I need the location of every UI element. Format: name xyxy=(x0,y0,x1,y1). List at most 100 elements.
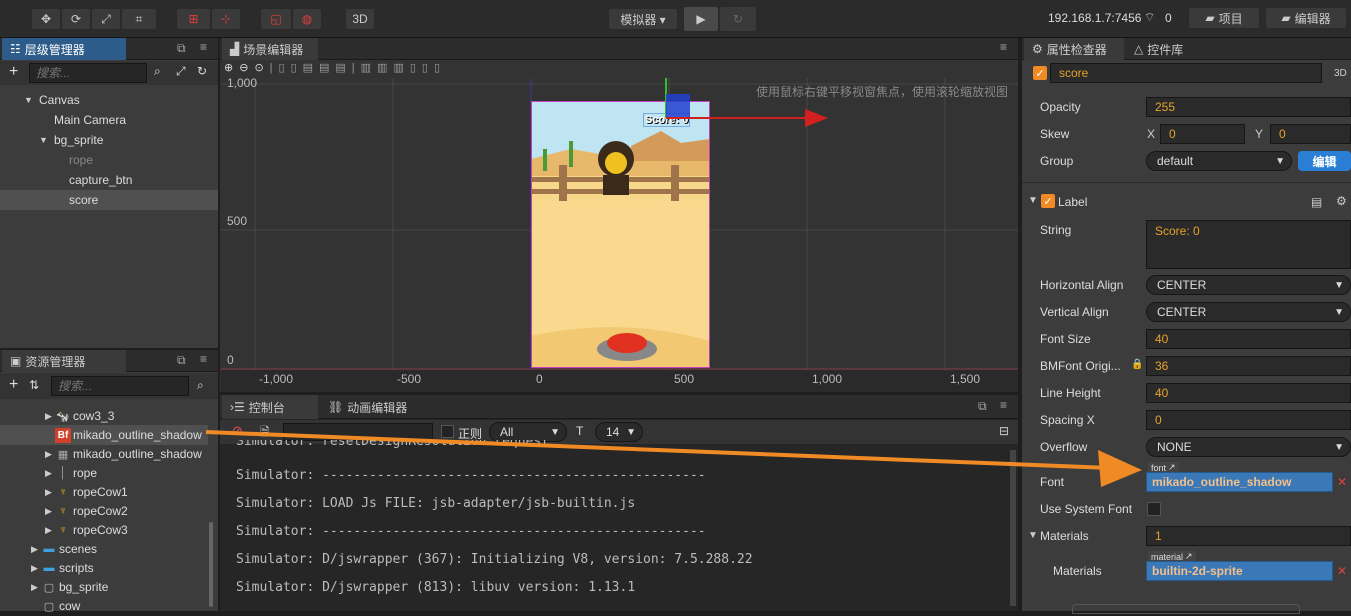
project-button[interactable]: ▰ 项目 xyxy=(1188,7,1260,29)
hierarchy-node[interactable]: Main Camera xyxy=(0,110,218,130)
add-node-icon[interactable]: + xyxy=(9,63,18,81)
hierarchy-node[interactable]: rope xyxy=(0,150,218,170)
search-icon[interactable]: ⌕ xyxy=(197,378,204,393)
simulator-select[interactable]: 模拟器 ▾ xyxy=(608,8,678,30)
badge-3d[interactable]: 3D xyxy=(1334,68,1347,79)
play-button[interactable]: ▶ xyxy=(683,6,719,32)
menu-icon[interactable]: ≡ xyxy=(1000,398,1007,412)
snap-button[interactable]: ◱ xyxy=(260,8,292,30)
gear-icon[interactable]: ⚙ xyxy=(1336,194,1347,208)
hierarchy-node[interactable]: ▼ Canvas xyxy=(0,90,218,110)
material-asset-field[interactable]: builtin-2d-sprite xyxy=(1146,561,1333,581)
node-name-field[interactable]: score xyxy=(1050,63,1322,83)
tab-controls[interactable]: △ 控件库 xyxy=(1126,38,1216,60)
group-select[interactable]: default ▼ xyxy=(1146,151,1292,171)
collapse-icon[interactable]: ⊟ xyxy=(999,424,1009,438)
collapse-arrow-icon[interactable]: ▼ xyxy=(1028,195,1038,206)
scale-tool-button[interactable]: ⤢ xyxy=(91,8,121,30)
valign-select[interactable]: CENTER ▼ xyxy=(1146,302,1351,322)
asset-item[interactable]: ▶ ♆ ropeCow3 xyxy=(0,520,208,540)
regex-checkbox[interactable] xyxy=(441,425,454,438)
asset-item[interactable]: ▶ ▬ scenes xyxy=(0,539,208,559)
expand-arrow-icon[interactable]: ▶ xyxy=(45,449,52,460)
editor-button[interactable]: ▰ 编辑器 xyxy=(1265,7,1347,29)
maximize-icon[interactable]: ⧉ xyxy=(978,399,987,414)
add-component-button[interactable] xyxy=(1072,604,1300,614)
gizmo-button[interactable]: ◍ xyxy=(292,8,322,30)
expand-arrow-icon[interactable]: ▶ xyxy=(45,506,52,517)
halign-select[interactable]: CENTER ▼ xyxy=(1146,275,1351,295)
font-asset-field[interactable]: mikado_outline_shadow xyxy=(1146,472,1333,492)
menu-icon[interactable]: ≡ xyxy=(200,40,207,54)
expand-arrow-icon[interactable]: ▶ xyxy=(31,563,38,574)
assets-scrollbar[interactable] xyxy=(209,522,213,607)
sort-icon[interactable]: ⇅ xyxy=(29,378,39,392)
asset-item[interactable]: ▶ ♆ ropeCow2 xyxy=(0,501,208,521)
spacingx-field[interactable]: 0 xyxy=(1146,410,1351,430)
expand-arrow-icon[interactable]: ▶ xyxy=(31,582,38,593)
refresh-icon[interactable]: ↻ xyxy=(197,64,207,78)
maximize-icon[interactable]: ⧉ xyxy=(177,353,186,368)
asset-item[interactable]: ▶ ▬ scripts xyxy=(0,558,208,578)
hierarchy-node[interactable]: score xyxy=(0,190,218,210)
asset-item[interactable]: Bf mikado_outline_shadow xyxy=(0,425,208,445)
expand-arrow-icon[interactable]: ▼ xyxy=(24,95,33,105)
add-asset-icon[interactable]: + xyxy=(9,376,18,394)
asset-item[interactable]: ▶ │ rope xyxy=(0,463,208,483)
expand-arrow-icon[interactable]: ▶ xyxy=(45,525,52,536)
label-enabled-checkbox[interactable]: ✓ xyxy=(1041,194,1055,208)
collapse-arrow-icon[interactable]: ▼ xyxy=(1028,530,1038,541)
refresh-button[interactable]: ↻ xyxy=(719,6,757,32)
opacity-field[interactable]: 255 xyxy=(1146,97,1351,117)
expand-icon[interactable]: ⤢ xyxy=(176,64,186,79)
hierarchy-node[interactable]: ▼ bg_sprite xyxy=(0,130,218,150)
tab-inspector[interactable]: ⚙ 属性检查器 xyxy=(1024,38,1124,60)
zoom-in-icon[interactable]: ⊕ xyxy=(224,62,239,74)
maximize-icon[interactable]: ⧉ xyxy=(177,41,186,56)
overflow-select[interactable]: NONE ▼ xyxy=(1146,437,1351,457)
node-active-checkbox[interactable]: ✓ xyxy=(1033,66,1047,80)
asset-item[interactable]: ▶ ♆ ropeCow1 xyxy=(0,482,208,502)
fontsize-field[interactable]: 40 xyxy=(1146,329,1351,349)
rotate-tool-button[interactable]: ⟳ xyxy=(61,8,91,30)
expand-arrow-icon[interactable]: ▶ xyxy=(45,487,52,498)
clear-material-icon[interactable]: ✕ xyxy=(1337,564,1347,578)
pivot-center-button[interactable]: ⊹ xyxy=(211,8,241,30)
tab-scene[interactable]: ▟ 场景编辑器 xyxy=(222,38,318,60)
move-tool-button[interactable]: ✥ xyxy=(31,8,61,30)
log-level-select[interactable]: All ▼ xyxy=(489,422,567,442)
search-icon[interactable]: ⌕ xyxy=(154,64,161,79)
asset-item[interactable]: ▢ cow xyxy=(0,596,208,616)
asset-item[interactable]: ▶ 🐄 cow3_3 xyxy=(0,406,208,426)
tab-hierarchy[interactable]: ☷ 层级管理器 xyxy=(2,38,126,60)
skew-x-field[interactable]: 0 xyxy=(1160,124,1245,144)
clear-icon[interactable]: ⊘ xyxy=(232,423,243,439)
mode-3d-button[interactable]: 3D xyxy=(345,8,375,30)
hierarchy-search-input[interactable] xyxy=(29,63,147,83)
console-scrollbar[interactable] xyxy=(1010,450,1016,606)
edit-group-button[interactable]: 编辑 xyxy=(1298,151,1351,171)
tab-assets[interactable]: ▣ 资源管理器 xyxy=(2,350,126,372)
sysfont-checkbox[interactable] xyxy=(1147,502,1161,516)
bmfont-field[interactable]: 36 xyxy=(1146,356,1351,376)
string-textarea[interactable]: Score: 0 xyxy=(1146,220,1351,269)
asset-item[interactable]: ▶ ▢ bg_sprite xyxy=(0,577,208,597)
menu-icon[interactable]: ≡ xyxy=(1000,40,1007,54)
assets-search-input[interactable] xyxy=(51,376,189,396)
lineheight-field[interactable]: 40 xyxy=(1146,383,1351,403)
game-canvas-preview[interactable] xyxy=(531,101,710,368)
materials-count-field[interactable]: 1 xyxy=(1146,526,1351,546)
expand-arrow-icon[interactable]: ▶ xyxy=(31,544,38,555)
skew-y-field[interactable]: 0 xyxy=(1270,124,1351,144)
pivot-local-button[interactable]: ⊞ xyxy=(176,8,211,30)
transform-gizmo[interactable] xyxy=(662,78,832,128)
expand-arrow-icon[interactable]: ▶ xyxy=(45,468,52,479)
tab-console[interactable]: ›☰ 控制台 xyxy=(222,395,318,419)
expand-arrow-icon[interactable]: ▶ xyxy=(45,411,52,422)
console-filter-input[interactable] xyxy=(283,423,433,441)
asset-item[interactable]: ▶ ▦ mikado_outline_shadow xyxy=(0,444,208,464)
zoom-out-icon[interactable]: ⊖ xyxy=(239,62,254,74)
menu-icon[interactable]: ≡ xyxy=(200,352,207,366)
expand-arrow-icon[interactable]: ▼ xyxy=(39,135,48,145)
zoom-fit-icon[interactable]: ⊙ xyxy=(254,62,269,74)
